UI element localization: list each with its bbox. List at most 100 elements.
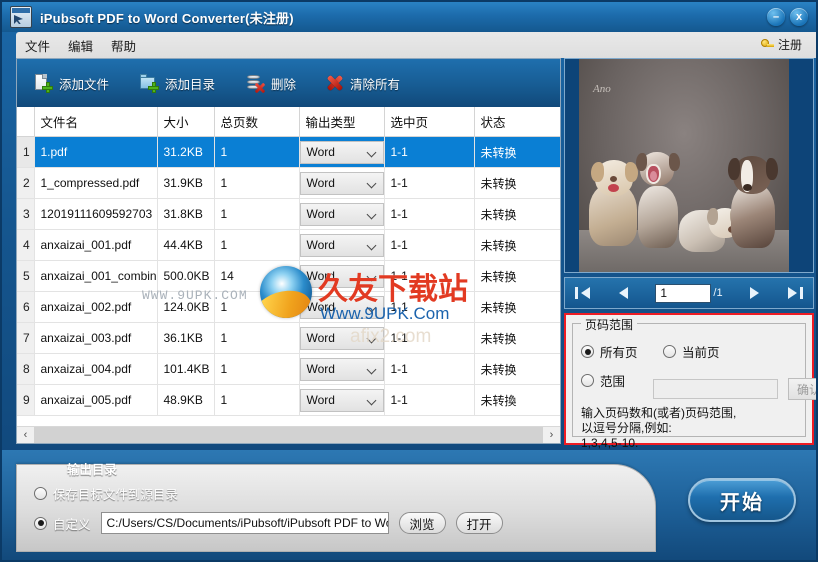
clear-all-icon: [326, 74, 344, 92]
table-row[interactable]: 8 anxaizai_004.pdf 101.4KB 1 Word 1-1 未转…: [17, 353, 560, 385]
table-row[interactable]: 1 1.pdf 31.2KB 1 Word 1-1 未转换: [17, 136, 560, 168]
cell-outputtype[interactable]: Word: [299, 260, 385, 292]
output-option-custom[interactable]: 自定义 C:/Users/CS/Documents/iPubsoft/iPubs…: [34, 512, 503, 534]
col-header-outputtype[interactable]: 输出类型: [299, 107, 385, 137]
prev-page-button[interactable]: [614, 284, 634, 302]
table-row[interactable]: 3 12019111609592703 31.8KB 1 Word 1-1 未转…: [17, 198, 560, 230]
page-total-label: /1: [713, 287, 723, 299]
menu-edit[interactable]: 编辑: [59, 33, 102, 58]
pdf-preview-image: Ano: [579, 59, 789, 272]
col-header-rownum[interactable]: [17, 107, 35, 137]
radio-custom-indicator[interactable]: [34, 516, 47, 530]
output-type-select[interactable]: Word: [299, 202, 383, 226]
output-type-select[interactable]: Word: [299, 326, 383, 350]
col-header-filename[interactable]: 文件名: [34, 107, 158, 137]
cell-pages: 1: [214, 322, 300, 354]
cell-filename: anxaizai_003.pdf: [34, 322, 158, 354]
table-row[interactable]: 2 1_compressed.pdf 31.9KB 1 Word 1-1 未转换: [17, 167, 560, 199]
cell-size: 36.1KB: [157, 322, 215, 354]
menu-help[interactable]: 帮助: [102, 33, 145, 58]
output-type-select[interactable]: Word: [299, 295, 383, 319]
output-type-select[interactable]: Word: [299, 264, 383, 288]
radio-custom-label: 自定义: [53, 517, 91, 532]
add-file-button[interactable]: 添加文件: [29, 71, 113, 95]
menu-bar: 文件 编辑 帮助 注册: [16, 32, 816, 58]
first-page-button[interactable]: [573, 284, 593, 302]
delete-label: 删除: [271, 77, 297, 92]
table-row[interactable]: 9 anxaizai_005.pdf 48.9KB 1 Word 1-1 未转換: [17, 384, 560, 416]
last-page-button[interactable]: [785, 284, 805, 302]
next-page-button[interactable]: [744, 284, 764, 302]
radio-all-pages[interactable]: 所有页: [581, 342, 638, 361]
table-row[interactable]: 7 anxaizai_003.pdf 36.1KB 1 Word 1-1 未转换: [17, 322, 560, 354]
table-row[interactable]: 4 anxaizai_001.pdf 44.4KB 1 Word 1-1 未转换: [17, 229, 560, 261]
cell-status: 未转换: [474, 198, 560, 230]
browse-button[interactable]: 浏览: [398, 512, 446, 534]
cell-outputtype[interactable]: Word: [299, 229, 385, 261]
output-type-select[interactable]: Word: [299, 357, 383, 381]
scroll-left-arrow-icon[interactable]: ‹: [17, 427, 34, 443]
cell-outputtype[interactable]: Word: [299, 167, 385, 199]
output-option-source[interactable]: 保存目标文件到源目录: [34, 484, 178, 503]
cell-status: 未转换: [474, 229, 560, 261]
register-link[interactable]: 注册: [760, 36, 802, 53]
table-row[interactable]: 5 anxaizai_001_combin 500.0KB 14 Word 1-…: [17, 260, 560, 292]
horizontal-scrollbar[interactable]: ‹ ›: [17, 426, 560, 443]
cell-pages: 1: [214, 353, 300, 385]
output-type-select[interactable]: Word: [299, 171, 383, 195]
cell-pages: 1: [214, 229, 300, 261]
radio-range-indicator[interactable]: [581, 374, 594, 387]
col-header-selectedpages[interactable]: 选中页: [384, 107, 475, 137]
chevron-down-icon: [368, 272, 377, 281]
cell-selectedpages: 1-1: [384, 229, 475, 261]
cell-outputtype[interactable]: Word: [299, 322, 385, 354]
cell-status: 未转換: [474, 384, 560, 416]
radio-range[interactable]: 范围: [581, 371, 625, 390]
radio-save-to-source-indicator[interactable]: [34, 487, 47, 500]
cell-filename: anxaizai_001.pdf: [34, 229, 158, 261]
cell-outputtype[interactable]: Word: [299, 136, 385, 168]
page-range-input[interactable]: [653, 379, 778, 399]
start-button[interactable]: 开始: [688, 478, 796, 522]
output-type-select[interactable]: Word: [299, 233, 383, 257]
open-button[interactable]: 打开: [455, 512, 503, 534]
cell-outputtype[interactable]: Word: [299, 384, 385, 416]
radio-current-page[interactable]: 当前页: [663, 342, 720, 361]
minimize-button[interactable]: –: [767, 8, 785, 26]
cell-size: 500.0KB: [157, 260, 215, 292]
add-folder-button[interactable]: 添加目录: [135, 71, 219, 95]
col-header-pages[interactable]: 总页数: [214, 107, 300, 137]
row-number: 9: [17, 384, 35, 416]
radio-all-pages-indicator[interactable]: [581, 345, 594, 358]
clear-all-button[interactable]: 清除所有: [322, 72, 404, 95]
menu-file[interactable]: 文件: [16, 33, 59, 58]
window-controls: – x: [767, 8, 808, 26]
output-path-input[interactable]: C:/Users/CS/Documents/iPubsoft/iPubsoft …: [100, 512, 389, 534]
table-row[interactable]: 6 anxaizai_002.pdf 124.0KB 1 Word 1-1 未转…: [17, 291, 560, 323]
cell-status: 未转换: [474, 322, 560, 354]
col-header-status[interactable]: 状态: [474, 107, 560, 137]
col-header-size[interactable]: 大小: [157, 107, 215, 137]
chevron-down-icon: [368, 396, 377, 405]
radio-current-page-indicator[interactable]: [663, 345, 676, 358]
output-section: 输出目录 保存目标文件到源目录 自定义 C:/Users/CS/Document…: [2, 450, 816, 560]
cell-outputtype[interactable]: Word: [299, 198, 385, 230]
cell-outputtype[interactable]: Word: [299, 291, 385, 323]
output-type-value: Word: [306, 145, 335, 159]
page-number-input[interactable]: [655, 283, 712, 303]
close-button[interactable]: x: [790, 8, 808, 26]
output-type-select[interactable]: Word: [299, 388, 383, 412]
output-type-value: Word: [306, 393, 335, 407]
scrollbar-track[interactable]: [34, 427, 543, 443]
cell-outputtype[interactable]: Word: [299, 353, 385, 385]
row-number: 7: [17, 322, 35, 354]
cell-filename: 1_compressed.pdf: [34, 167, 158, 199]
cell-filename: anxaizai_002.pdf: [34, 291, 158, 323]
page-range-confirm-button[interactable]: 确认: [788, 378, 816, 400]
delete-button[interactable]: 删除: [241, 71, 300, 95]
cell-pages: 1: [214, 291, 300, 323]
scroll-right-arrow-icon[interactable]: ›: [543, 427, 560, 443]
key-icon: [760, 38, 774, 51]
output-type-select[interactable]: Word: [299, 140, 383, 164]
file-table-body: 1 1.pdf 31.2KB 1 Word 1-1 未转换 2 1_compre…: [17, 136, 560, 416]
